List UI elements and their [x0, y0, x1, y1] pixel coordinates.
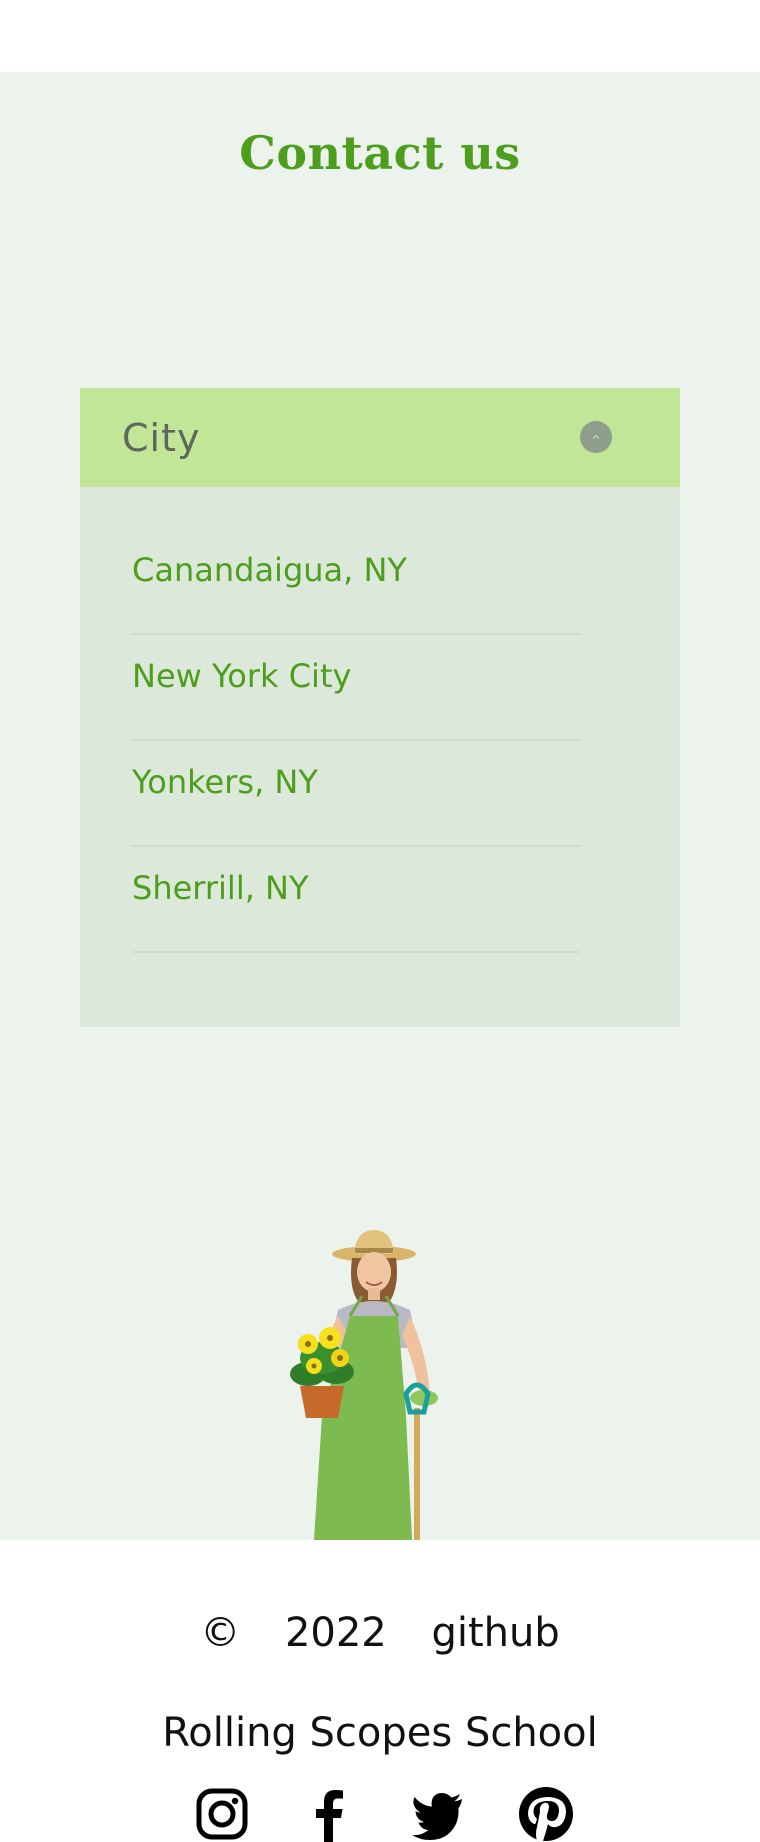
contacts-section: Contact us City Canandaigua, NY New York… [0, 72, 760, 1540]
instagram-icon[interactable] [194, 1786, 250, 1842]
contacts-title: Contact us [239, 126, 521, 180]
gardener-woman-image [290, 1230, 438, 1540]
city-accordion-label: City [122, 416, 201, 460]
city-list: Canandaigua, NY New York City Yonkers, N… [132, 529, 580, 953]
copyright-symbol: © [200, 1610, 241, 1656]
copyright-year: 2022 [284, 1610, 387, 1656]
city-item-label: Sherrill, NY [132, 869, 309, 907]
city-item-label: New York City [132, 657, 352, 695]
city-accordion-header[interactable]: City [80, 388, 680, 487]
city-item-yonkers[interactable]: Yonkers, NY [132, 741, 580, 847]
city-item-canandaigua[interactable]: Canandaigua, NY [132, 529, 580, 635]
chevron-up-icon[interactable] [580, 421, 612, 453]
school-name[interactable]: Rolling Scopes School [0, 1710, 760, 1756]
github-link[interactable]: github [431, 1610, 559, 1656]
social-links [194, 1786, 574, 1842]
footer-copyright-line: © 2022 github [0, 1610, 760, 1656]
twitter-icon[interactable] [410, 1786, 466, 1842]
city-item-sherrill[interactable]: Sherrill, NY [132, 847, 580, 953]
city-item-new-york-city[interactable]: New York City [132, 635, 580, 741]
facebook-icon[interactable] [302, 1786, 358, 1842]
city-accordion: City Canandaigua, NY New York City Yonke… [80, 388, 680, 1027]
city-item-label: Yonkers, NY [132, 763, 318, 801]
city-item-label: Canandaigua, NY [132, 551, 407, 589]
pinterest-icon[interactable] [518, 1786, 574, 1842]
